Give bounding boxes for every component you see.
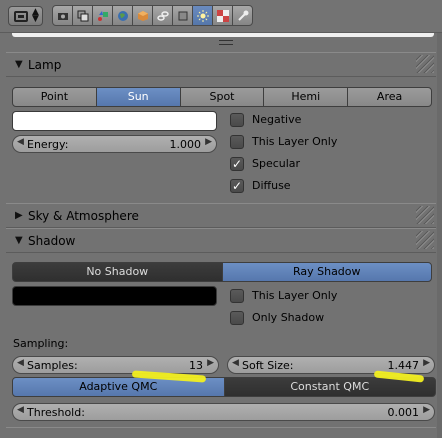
soft-size-field[interactable]: ◀ Soft Size: 1.447 ▶: [227, 356, 435, 374]
energy-field[interactable]: ◀ Energy: 1.000 ▶: [12, 135, 217, 153]
previous-panel-footer: [6, 33, 436, 50]
threshold-label: Threshold:: [27, 406, 85, 419]
increment-arrow-icon[interactable]: ▶: [205, 137, 212, 147]
drag-handle-icon[interactable]: [416, 231, 434, 249]
sun-lamp-icon: [197, 10, 209, 22]
decrement-arrow-icon[interactable]: ◀: [17, 405, 24, 415]
texture-icon: [217, 10, 229, 22]
ray-shadow-button[interactable]: Ray Shadow: [221, 262, 432, 282]
lamp-type-hemi[interactable]: Hemi: [263, 87, 349, 107]
decrement-arrow-icon[interactable]: ◀: [17, 358, 24, 368]
physics-tab[interactable]: [232, 5, 253, 26]
shadow-mode-selector: No Shadow Ray Shadow: [12, 262, 432, 282]
only-shadow-label: Only Shadow: [252, 311, 325, 324]
panel-title: Shadow: [28, 234, 76, 248]
modifiers-icon: [178, 11, 188, 21]
lamp-panel-header[interactable]: ▼ Lamp: [6, 53, 436, 77]
lamp-color-swatch[interactable]: [12, 111, 217, 131]
panel-divider: [6, 427, 436, 428]
physics-icon: [238, 10, 249, 21]
lamp-panel: ▼ Lamp Point Sun Spot Hemi Area ◀ Energy…: [6, 52, 436, 202]
negative-checkbox[interactable]: Negative: [230, 112, 410, 128]
this-layer-only-label: This Layer Only: [252, 289, 338, 302]
samples-label: Samples:: [27, 359, 78, 372]
specular-checkbox[interactable]: ✓ Specular: [230, 156, 410, 172]
specular-label: Specular: [252, 157, 301, 170]
samples-value: 13: [189, 359, 203, 372]
object-icon: [138, 11, 148, 21]
energy-label: Energy:: [27, 138, 69, 151]
chevron-updown-icon: ▲ ▼: [32, 7, 39, 24]
checkbox-box[interactable]: [230, 289, 244, 303]
context-tabs: [52, 5, 253, 26]
drag-handle-icon[interactable]: [416, 206, 434, 224]
no-shadow-button[interactable]: No Shadow: [12, 262, 223, 282]
decrement-arrow-icon[interactable]: ◀: [232, 358, 239, 368]
sky-panel: ▶ Sky & Atmosphere: [6, 203, 436, 228]
sampling-label: Sampling:: [13, 337, 69, 350]
resize-grip-icon[interactable]: [219, 40, 233, 45]
panel-title: Sky & Atmosphere: [28, 209, 139, 223]
world-icon: [118, 11, 128, 21]
render-tab[interactable]: [52, 5, 73, 26]
properties-editor-icon: [14, 11, 28, 22]
constraints-tab[interactable]: [152, 5, 173, 26]
properties-header: ▲ ▼: [0, 0, 442, 33]
editor-type-button[interactable]: ▲ ▼: [8, 6, 43, 26]
render-layers-tab[interactable]: [72, 5, 93, 26]
constraints-icon: [157, 11, 169, 21]
checkbox-box[interactable]: [230, 113, 244, 127]
increment-arrow-icon[interactable]: ▶: [423, 405, 430, 415]
expand-triangle-icon: ▼: [15, 59, 23, 70]
name-field-bottom[interactable]: [12, 33, 434, 37]
energy-value: 1.000: [169, 138, 202, 151]
check-mark-icon[interactable]: ✓: [230, 157, 244, 171]
render-layers-icon: [77, 10, 89, 22]
texture-tab[interactable]: [212, 5, 233, 26]
scrollbar[interactable]: [437, 33, 442, 438]
scene-icon: [98, 11, 108, 21]
data-tab[interactable]: [192, 5, 213, 26]
modifiers-tab[interactable]: [172, 5, 193, 26]
object-tab[interactable]: [132, 5, 153, 26]
checkbox-box[interactable]: [230, 135, 244, 149]
world-tab[interactable]: [112, 5, 133, 26]
checkbox-box[interactable]: [230, 311, 244, 325]
decrement-arrow-icon[interactable]: ◀: [17, 137, 24, 147]
scene-tab[interactable]: [92, 5, 113, 26]
lamp-type-spot[interactable]: Spot: [179, 87, 265, 107]
lamp-type-area[interactable]: Area: [347, 87, 432, 107]
lamp-type-sun[interactable]: Sun: [95, 87, 181, 107]
increment-arrow-icon[interactable]: ▶: [423, 358, 430, 368]
lamp-type-point[interactable]: Point: [12, 87, 97, 107]
negative-label: Negative: [252, 113, 302, 126]
increment-arrow-icon[interactable]: ▶: [207, 358, 214, 368]
threshold-value: 0.001: [387, 406, 420, 419]
threshold-field[interactable]: ◀ Threshold: 0.001 ▶: [12, 403, 435, 421]
collapse-triangle-icon: ▶: [15, 210, 23, 221]
lamp-type-selector: Point Sun Spot Hemi Area: [12, 87, 432, 107]
diffuse-label: Diffuse: [252, 179, 291, 192]
soft-size-label: Soft Size:: [242, 359, 294, 372]
render-icon: [58, 13, 68, 20]
shadow-panel: ▼ Shadow No Shadow Ray Shadow This Layer…: [6, 228, 436, 438]
shadow-panel-header[interactable]: ▼ Shadow: [6, 229, 436, 253]
check-mark-icon[interactable]: ✓: [230, 179, 244, 193]
shadow-layer-only-checkbox[interactable]: This Layer Only: [230, 288, 410, 304]
panel-title: Lamp: [28, 58, 62, 72]
soft-size-value: 1.447: [387, 359, 420, 372]
samples-field[interactable]: ◀ Samples: 13 ▶: [12, 356, 219, 374]
diffuse-checkbox[interactable]: ✓ Diffuse: [230, 178, 410, 194]
this-layer-only-label: This Layer Only: [252, 135, 338, 148]
shadow-color-swatch[interactable]: [12, 286, 217, 306]
sky-panel-header[interactable]: ▶ Sky & Atmosphere: [6, 204, 436, 228]
sampling-method-selector: Adaptive QMC Constant QMC: [12, 377, 436, 397]
only-shadow-checkbox[interactable]: Only Shadow: [230, 310, 410, 326]
lamp-layer-only-checkbox[interactable]: This Layer Only: [230, 134, 410, 150]
drag-handle-icon[interactable]: [416, 55, 434, 73]
expand-triangle-icon: ▼: [15, 235, 23, 246]
